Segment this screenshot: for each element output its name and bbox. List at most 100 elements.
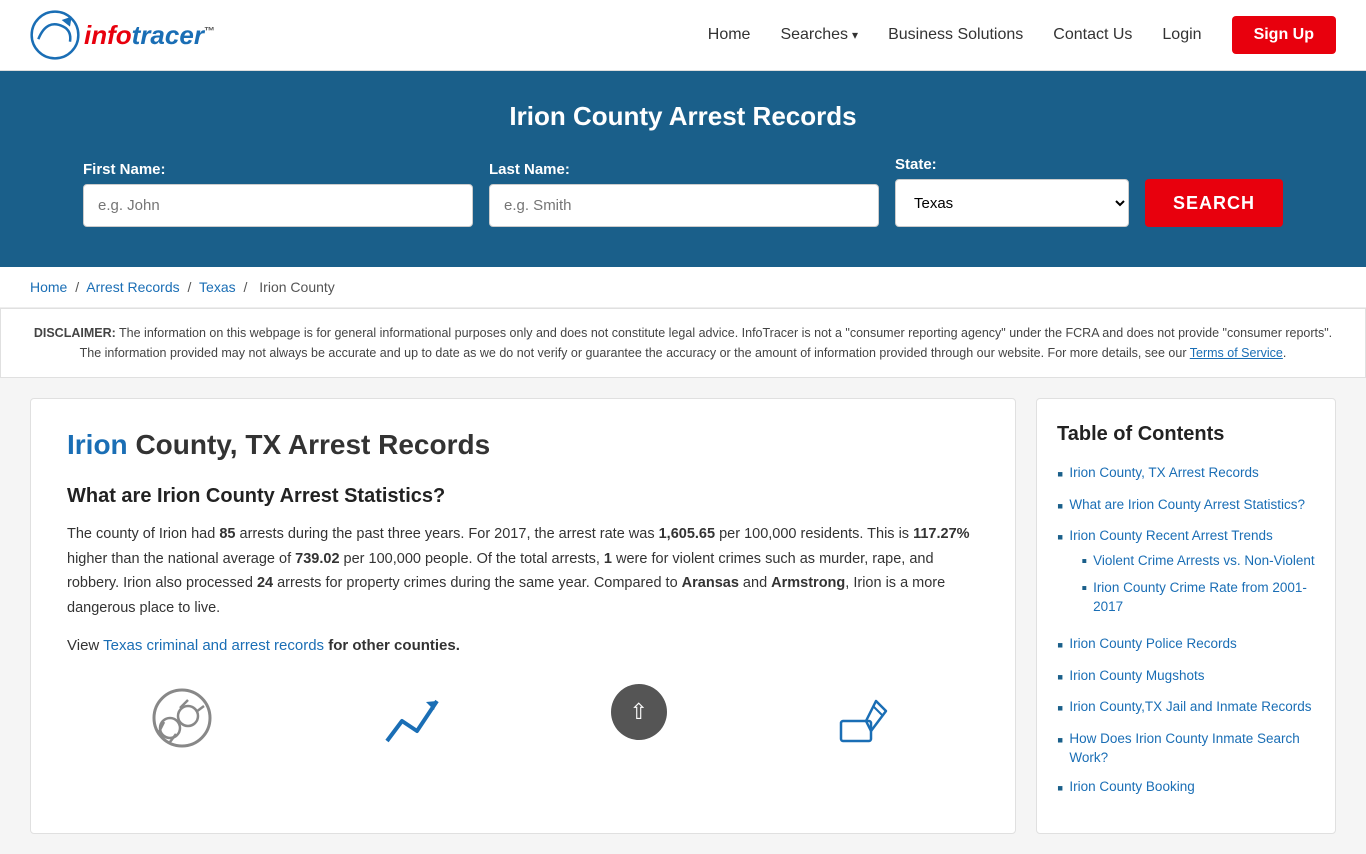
toc-item-3: ▪ Irion County Recent Arrest Trends ▪ Vi… bbox=[1057, 527, 1315, 625]
toc-title: Table of Contents bbox=[1057, 423, 1315, 446]
toc-item-5: ▪ Irion County Mugshots bbox=[1057, 667, 1315, 689]
hero-title: Irion County Arrest Records bbox=[40, 101, 1326, 132]
content-area: Irion County, TX Arrest Records What are… bbox=[30, 398, 1016, 834]
disclaimer-period: . bbox=[1283, 346, 1286, 360]
arrests-count: 85 bbox=[219, 526, 235, 542]
last-name-group: Last Name: bbox=[489, 161, 879, 227]
toc-sub-item-2: ▪ Irion County Crime Rate from 2001-2017 bbox=[1081, 579, 1315, 617]
icon-item-1 bbox=[148, 684, 218, 754]
violent-count: 1 bbox=[604, 551, 612, 567]
nav-searches[interactable]: Searches ▾ bbox=[780, 26, 858, 44]
title-rest: County, TX Arrest Records bbox=[128, 429, 491, 460]
site-header: infotracer™ Home Searches ▾ Business Sol… bbox=[0, 0, 1366, 71]
toc-bullet: ▪ bbox=[1057, 778, 1063, 800]
icon-gear bbox=[148, 684, 218, 754]
toc-bullet: ▪ bbox=[1057, 496, 1063, 518]
breadcrumb-arrest-records[interactable]: Arrest Records bbox=[86, 279, 179, 295]
icons-row: ⇧ bbox=[67, 674, 979, 754]
first-name-label: First Name: bbox=[83, 161, 473, 178]
icon-item-3[interactable]: ⇧ bbox=[611, 684, 667, 754]
toc-link-5[interactable]: Irion County Mugshots bbox=[1069, 667, 1204, 686]
tos-link[interactable]: Terms of Service bbox=[1190, 346, 1283, 360]
main-nav: Home Searches ▾ Business Solutions Conta… bbox=[708, 16, 1336, 54]
first-name-group: First Name: bbox=[83, 161, 473, 227]
disclaimer-label: DISCLAIMER: bbox=[34, 326, 116, 340]
toc-item-1: ▪ Irion County, TX Arrest Records bbox=[1057, 464, 1315, 486]
nav-home[interactable]: Home bbox=[708, 26, 751, 44]
toc-item-7: ▪ How Does Irion County Inmate Search Wo… bbox=[1057, 730, 1315, 768]
view-link-suffix: for other counties. bbox=[324, 637, 460, 654]
title-highlight: Irion bbox=[67, 429, 128, 460]
breadcrumb: Home / Arrest Records / Texas / Irion Co… bbox=[0, 267, 1366, 308]
main-container: Irion County, TX Arrest Records What are… bbox=[0, 378, 1366, 854]
toc-sub-bullet: ▪ bbox=[1081, 579, 1087, 598]
toc-link-3[interactable]: Irion County Recent Arrest Trends bbox=[1069, 528, 1272, 543]
icon-item-4 bbox=[828, 684, 898, 754]
toc-link-7[interactable]: How Does Irion County Inmate Search Work… bbox=[1069, 730, 1315, 768]
breadcrumb-sep2: / bbox=[188, 279, 192, 295]
toc-bullet: ▪ bbox=[1057, 698, 1063, 720]
higher-pct: 117.27% bbox=[913, 526, 969, 542]
last-name-input[interactable] bbox=[489, 184, 879, 227]
signup-button[interactable]: Sign Up bbox=[1232, 16, 1336, 54]
toc-link-8[interactable]: Irion County Booking bbox=[1069, 778, 1194, 797]
stats-heading: What are Irion County Arrest Statistics? bbox=[67, 485, 979, 508]
search-form: First Name: Last Name: State: Texas Alab… bbox=[83, 156, 1283, 227]
state-group: State: Texas Alabama Alaska Arizona Arka… bbox=[895, 156, 1129, 227]
edit-icon bbox=[828, 684, 898, 754]
toc-sub-list: ▪ Violent Crime Arrests vs. Non-Violent … bbox=[1069, 552, 1315, 617]
toc-link-4[interactable]: Irion County Police Records bbox=[1069, 635, 1236, 654]
toc-link-1[interactable]: Irion County, TX Arrest Records bbox=[1069, 464, 1258, 483]
trend-up-icon bbox=[379, 684, 449, 754]
breadcrumb-sep3: / bbox=[244, 279, 248, 295]
toc-bullet: ▪ bbox=[1057, 527, 1063, 549]
breadcrumb-sep1: / bbox=[75, 279, 79, 295]
logo[interactable]: infotracer™ bbox=[30, 10, 215, 60]
toc-bullet: ▪ bbox=[1057, 635, 1063, 657]
toc-bullet: ▪ bbox=[1057, 730, 1063, 752]
view-link-para: View Texas criminal and arrest records f… bbox=[67, 637, 979, 654]
arrest-rate: 1,605.65 bbox=[659, 526, 715, 542]
logo-tm: ™ bbox=[204, 25, 215, 37]
state-label: State: bbox=[895, 156, 1129, 173]
chevron-down-icon: ▾ bbox=[852, 28, 858, 42]
nav-contact-us[interactable]: Contact Us bbox=[1053, 26, 1132, 44]
nav-business-solutions[interactable]: Business Solutions bbox=[888, 26, 1023, 44]
toc-item-8: ▪ Irion County Booking bbox=[1057, 778, 1315, 800]
stats-paragraph: The county of Irion had 85 arrests durin… bbox=[67, 522, 979, 621]
logo-info: info bbox=[84, 20, 132, 50]
toc-item-2: ▪ What are Irion County Arrest Statistic… bbox=[1057, 496, 1315, 518]
breadcrumb-texas[interactable]: Texas bbox=[199, 279, 236, 295]
county1: Aransas bbox=[682, 575, 739, 591]
content-main-title: Irion County, TX Arrest Records bbox=[67, 429, 979, 461]
toc-list: ▪ Irion County, TX Arrest Records ▪ What… bbox=[1057, 464, 1315, 799]
toc-link-6[interactable]: Irion County,TX Jail and Inmate Records bbox=[1069, 698, 1311, 717]
toc-sub-link-2[interactable]: Irion County Crime Rate from 2001-2017 bbox=[1093, 579, 1315, 617]
toc-item-6: ▪ Irion County,TX Jail and Inmate Record… bbox=[1057, 698, 1315, 720]
toc-link-2[interactable]: What are Irion County Arrest Statistics? bbox=[1069, 496, 1305, 515]
hero-section: Irion County Arrest Records First Name: … bbox=[0, 71, 1366, 267]
state-select[interactable]: Texas Alabama Alaska Arizona Arkansas Ca… bbox=[895, 179, 1129, 227]
logo-tracer: tracer bbox=[132, 20, 204, 50]
breadcrumb-home[interactable]: Home bbox=[30, 279, 67, 295]
toc-item-4: ▪ Irion County Police Records bbox=[1057, 635, 1315, 657]
toc-sub-bullet: ▪ bbox=[1081, 552, 1087, 571]
scroll-top-button[interactable]: ⇧ bbox=[611, 684, 667, 740]
last-name-label: Last Name: bbox=[489, 161, 879, 178]
view-link-prefix: View bbox=[67, 637, 103, 654]
national-avg: 739.02 bbox=[295, 551, 339, 567]
toc-sub-link-1[interactable]: Violent Crime Arrests vs. Non-Violent bbox=[1093, 552, 1315, 571]
login-button[interactable]: Login bbox=[1162, 26, 1201, 44]
disclaimer-text: The information on this webpage is for g… bbox=[80, 326, 1333, 360]
toc-bullet: ▪ bbox=[1057, 667, 1063, 689]
toc-bullet: ▪ bbox=[1057, 464, 1063, 486]
texas-records-link[interactable]: Texas criminal and arrest records bbox=[103, 637, 324, 654]
toc-sub-item-1: ▪ Violent Crime Arrests vs. Non-Violent bbox=[1081, 552, 1315, 571]
breadcrumb-irion-county: Irion County bbox=[259, 279, 334, 295]
toc-sidebar: Table of Contents ▪ Irion County, TX Arr… bbox=[1036, 398, 1336, 834]
disclaimer-section: DISCLAIMER: The information on this webp… bbox=[0, 308, 1366, 378]
first-name-input[interactable] bbox=[83, 184, 473, 227]
search-button[interactable]: SEARCH bbox=[1145, 179, 1283, 227]
property-count: 24 bbox=[257, 575, 273, 591]
county2: Armstrong bbox=[771, 575, 845, 591]
